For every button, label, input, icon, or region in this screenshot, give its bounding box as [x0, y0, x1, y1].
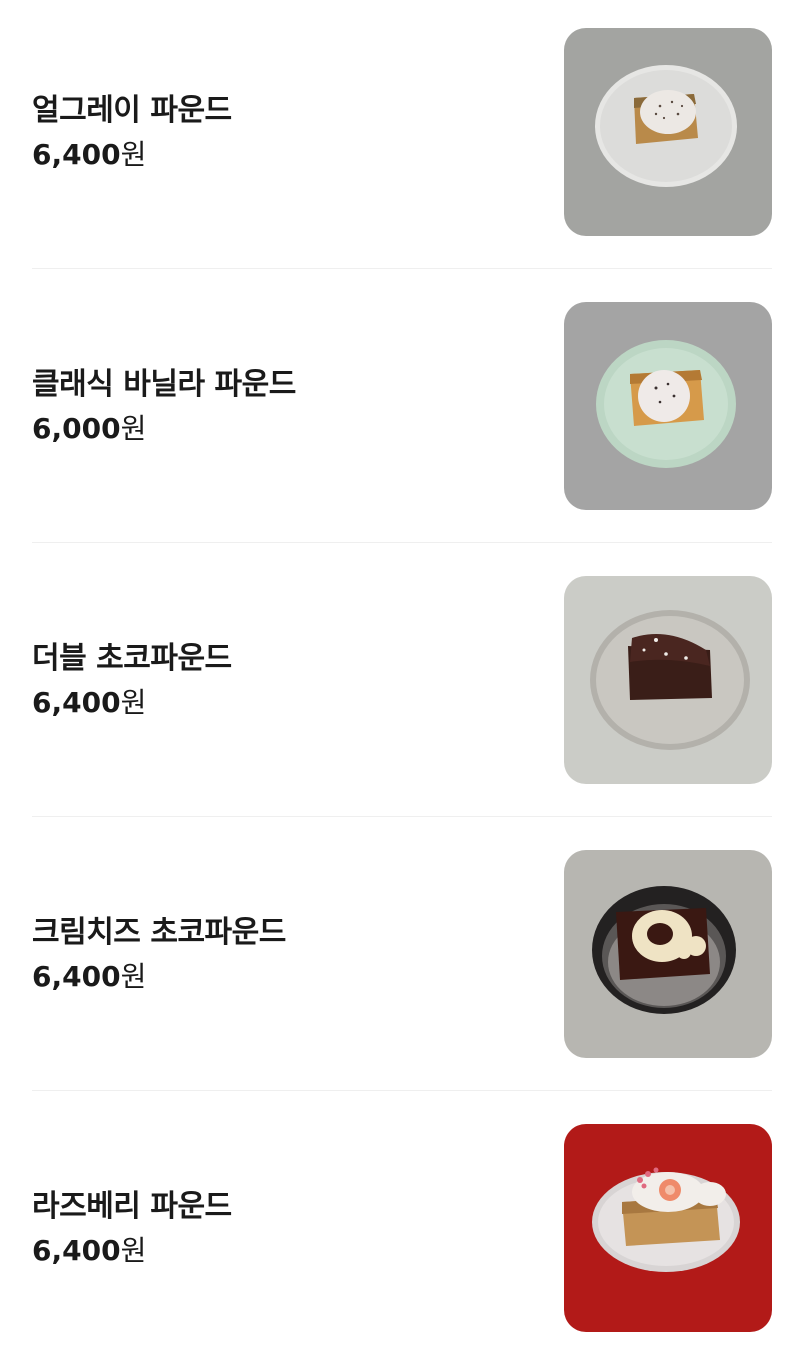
divider: [32, 542, 772, 543]
menu-item-text: 더블 초코파운드 6,400원: [32, 639, 232, 721]
price-amount: 6,400: [32, 686, 121, 719]
menu-item-double-choco-pound[interactable]: 더블 초코파운드 6,400원: [32, 576, 772, 784]
menu-item-image[interactable]: [564, 850, 772, 1058]
menu-item-name: 얼그레이 파운드: [32, 93, 232, 128]
menu-item-image[interactable]: [564, 576, 772, 784]
price-currency: 원: [120, 138, 147, 171]
menu-item-name: 라즈베리 파운드: [32, 1189, 232, 1224]
price-currency: 원: [120, 412, 147, 445]
menu-item-text: 클래식 바닐라 파운드 6,000원: [32, 365, 296, 447]
vanilla-cake-image: [564, 302, 772, 510]
menu-item-image[interactable]: [564, 302, 772, 510]
menu-item-text: 얼그레이 파운드 6,400원: [32, 91, 232, 173]
price-currency: 원: [120, 1234, 147, 1267]
menu-item-text: 라즈베리 파운드 6,400원: [32, 1187, 232, 1269]
price-currency: 원: [120, 686, 147, 719]
raspberry-cake-image: [564, 1124, 772, 1332]
menu-item-cream-cheese-choco-pound[interactable]: 크림치즈 초코파운드 6,400원: [32, 850, 772, 1058]
menu-item-price: 6,400원: [32, 1233, 232, 1269]
earl-grey-cake-image: [564, 28, 772, 236]
menu-item-price: 6,400원: [32, 685, 232, 721]
double-choco-cake-image: [564, 576, 772, 784]
divider: [32, 816, 772, 817]
menu-item-image[interactable]: [564, 28, 772, 236]
price-amount: 6,400: [32, 1234, 121, 1267]
price-amount: 6,400: [32, 138, 121, 171]
menu-item-raspberry-pound[interactable]: 라즈베리 파운드 6,400원: [32, 1124, 772, 1332]
divider: [32, 1090, 772, 1091]
menu-item-text: 크림치즈 초코파운드 6,400원: [32, 913, 286, 995]
menu-item-image[interactable]: [564, 1124, 772, 1332]
divider: [32, 268, 772, 269]
menu-item-classic-vanilla-pound[interactable]: 클래식 바닐라 파운드 6,000원: [32, 302, 772, 510]
price-currency: 원: [120, 960, 147, 993]
menu-item-price: 6,400원: [32, 137, 232, 173]
menu-list: 얼그레이 파운드 6,400원 클래식 바닐라 파운드 6,000원 더블 초코…: [0, 0, 804, 1362]
menu-item-name: 더블 초코파운드: [32, 641, 232, 676]
menu-item-earl-grey-pound[interactable]: 얼그레이 파운드 6,400원: [32, 28, 772, 236]
price-amount: 6,400: [32, 960, 121, 993]
menu-item-name: 클래식 바닐라 파운드: [32, 367, 296, 402]
menu-item-price: 6,000원: [32, 411, 296, 447]
cream-cheese-choco-cake-image: [564, 850, 772, 1058]
menu-item-price: 6,400원: [32, 959, 286, 995]
menu-item-name: 크림치즈 초코파운드: [32, 915, 286, 950]
price-amount: 6,000: [32, 412, 121, 445]
